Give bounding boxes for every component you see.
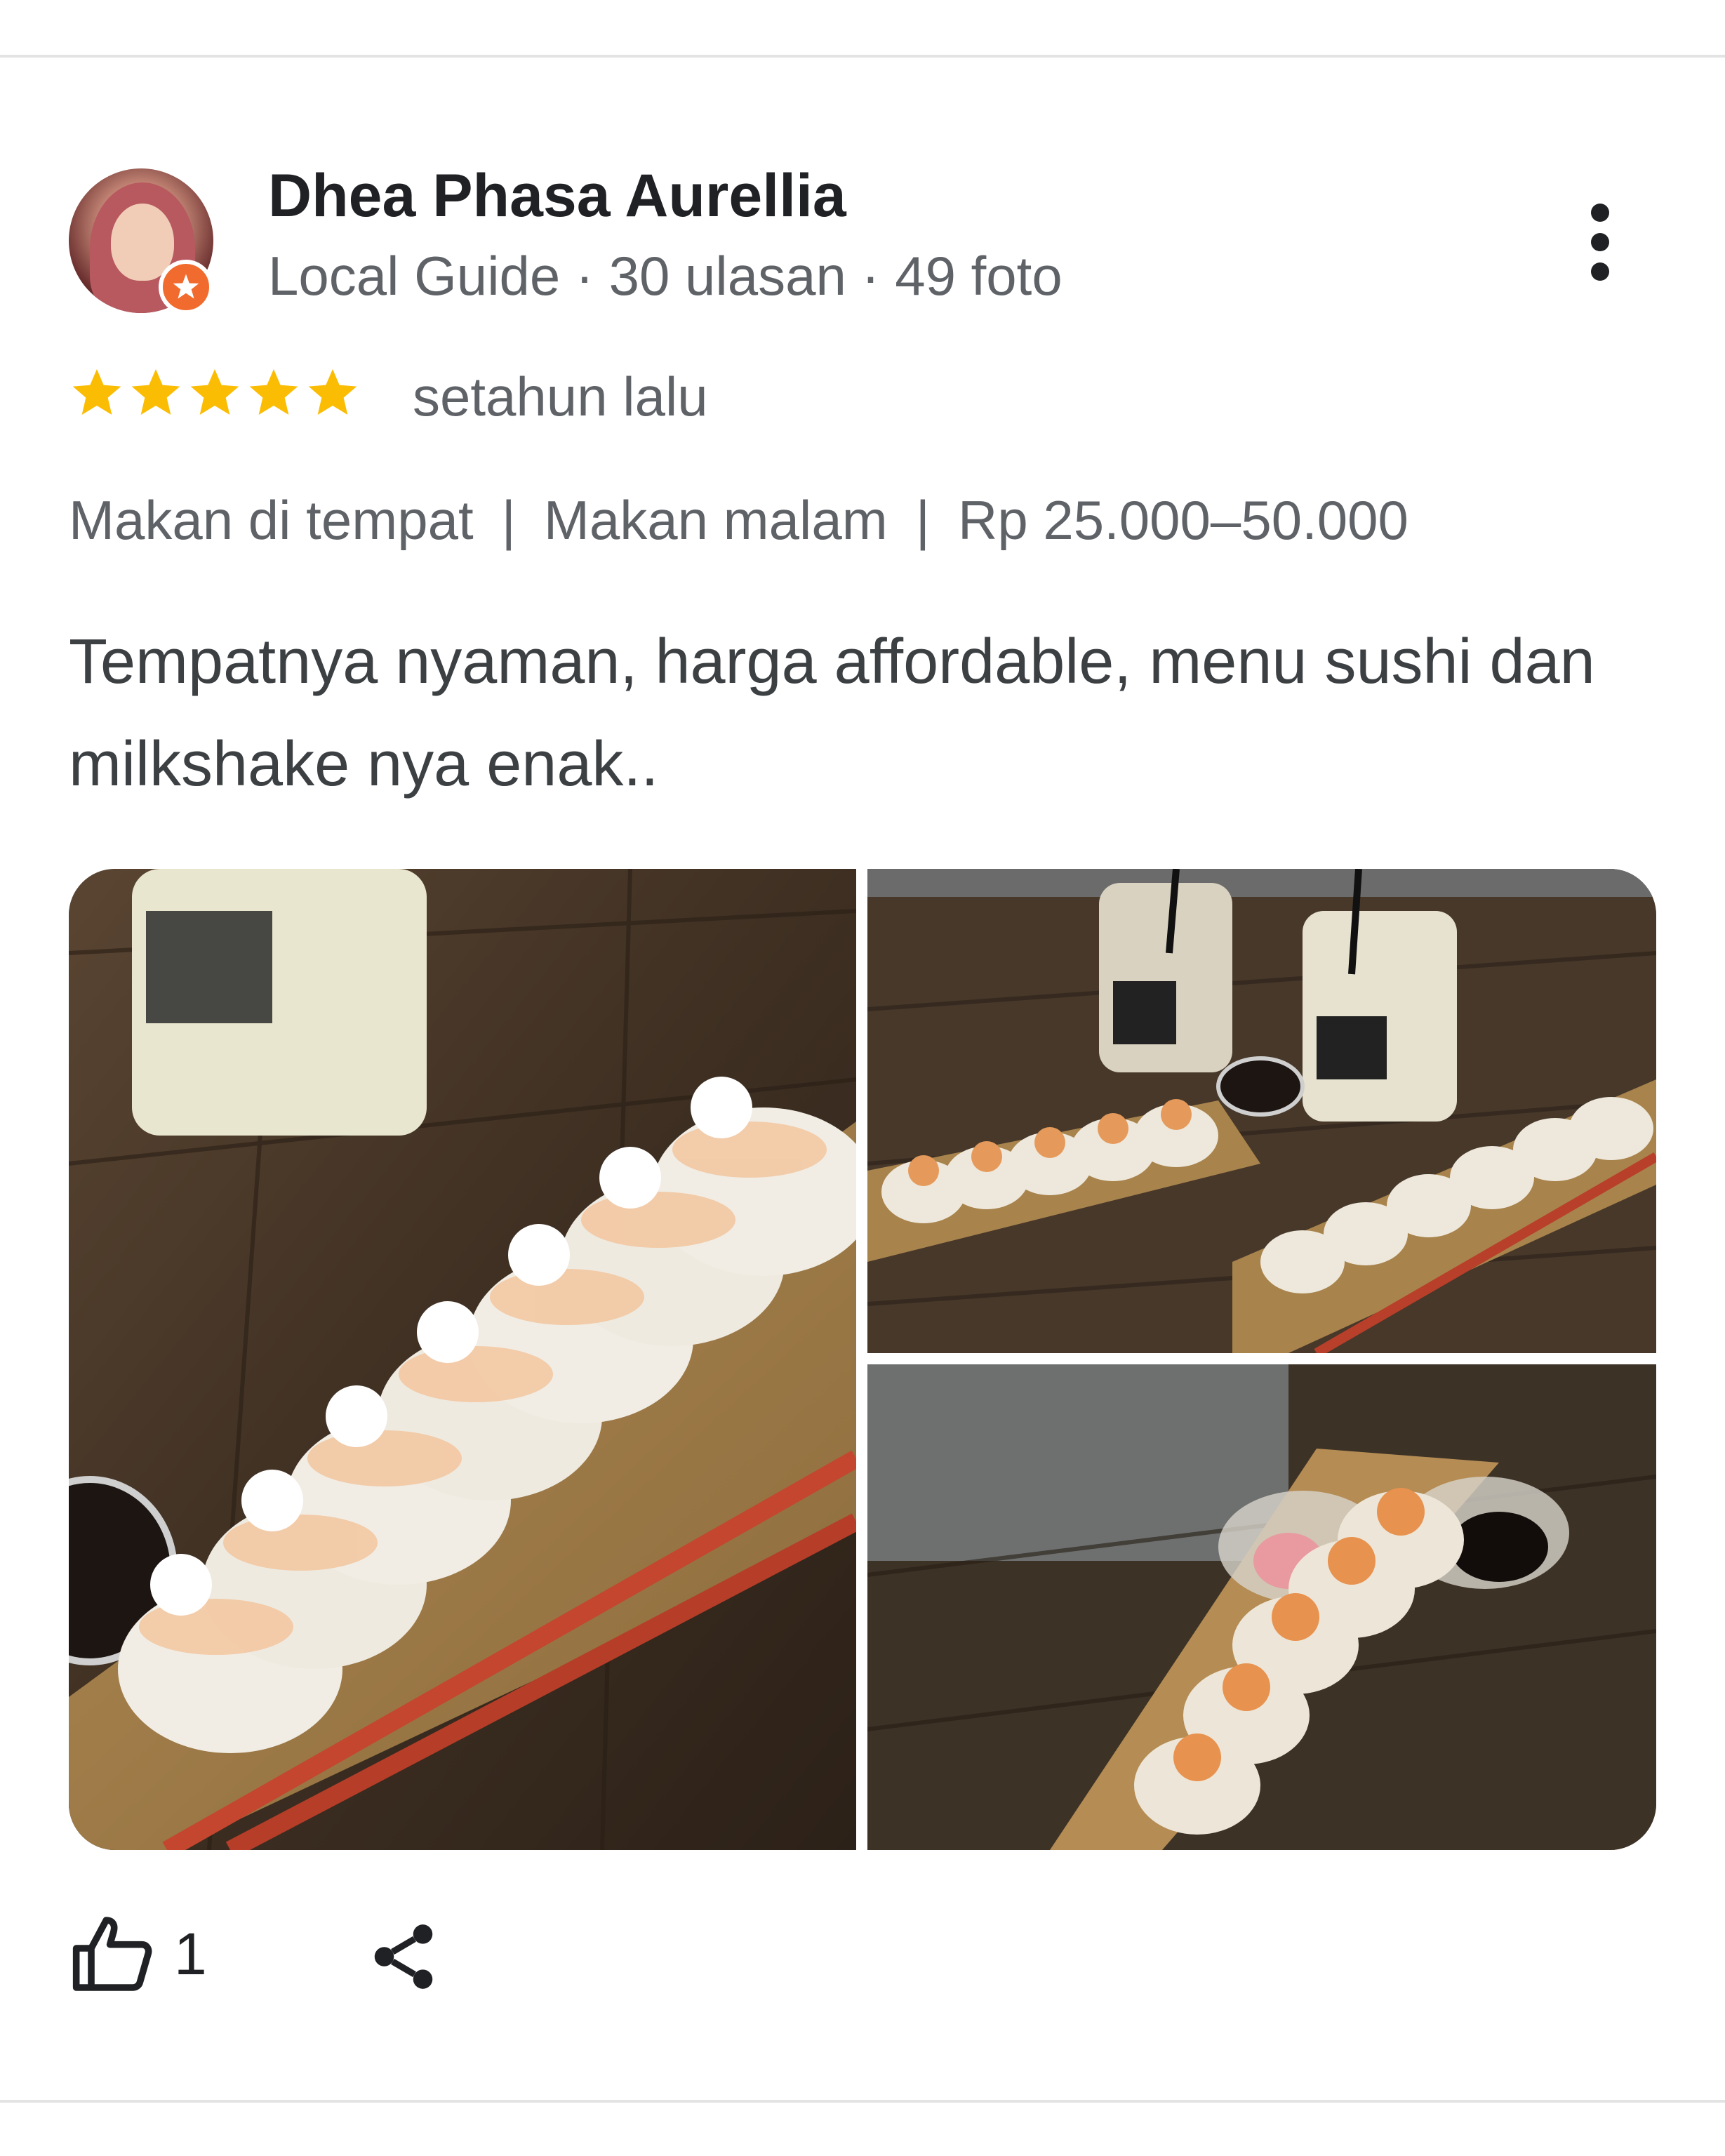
reviewer-meta: Local Guide · 30 ulasan · 49 foto: [268, 245, 1063, 307]
reviewer-name[interactable]: Dhea Phasa Aurellia: [268, 161, 846, 231]
star-rating: [69, 365, 361, 421]
review-time: setahun lalu: [413, 366, 708, 427]
star-icon: [72, 369, 121, 415]
thumbs-up-icon: [72, 1917, 152, 1991]
share-icon: [374, 1924, 433, 1989]
star-icon: [249, 369, 298, 415]
local-guide-badge-icon: [159, 260, 213, 314]
attribute-service: Makan di tempat: [69, 489, 474, 551]
star-icon: [308, 369, 357, 415]
more-vert-icon-dot: [1591, 204, 1609, 222]
sushi-and-drinks-image: [867, 869, 1656, 1353]
more-vert-icon-dot: [1591, 233, 1609, 251]
top-divider: [0, 55, 1725, 58]
more-vert-icon-dot: [1591, 262, 1609, 281]
more-options-button[interactable]: [1572, 197, 1628, 288]
review-photo-1[interactable]: [69, 869, 856, 1850]
star-icon: [190, 369, 239, 415]
review-photo-3[interactable]: [867, 1364, 1656, 1850]
attribute-price: Rp 25.000–50.000: [957, 489, 1408, 551]
star-badge-icon: [173, 274, 199, 299]
review-photo-2[interactable]: [867, 869, 1656, 1353]
review-attributes: Makan di tempat | Makan malam | Rp 25.00…: [69, 488, 1408, 552]
bottom-divider: [0, 2100, 1725, 2103]
sushi-roll-closeup-image: [69, 869, 856, 1850]
like-count: 1: [174, 1920, 207, 1987]
attribute-meal: Makan malam: [543, 489, 888, 551]
star-icon: [131, 369, 180, 415]
share-button[interactable]: [365, 1915, 442, 1999]
attribute-separator: |: [915, 489, 930, 551]
attribute-separator: |: [501, 489, 516, 551]
review-text[interactable]: Tempatnya nyaman, harga affordable, menu…: [69, 611, 1655, 816]
sushi-plate-image: [867, 1364, 1656, 1850]
like-button[interactable]: 1: [69, 1909, 207, 1999]
